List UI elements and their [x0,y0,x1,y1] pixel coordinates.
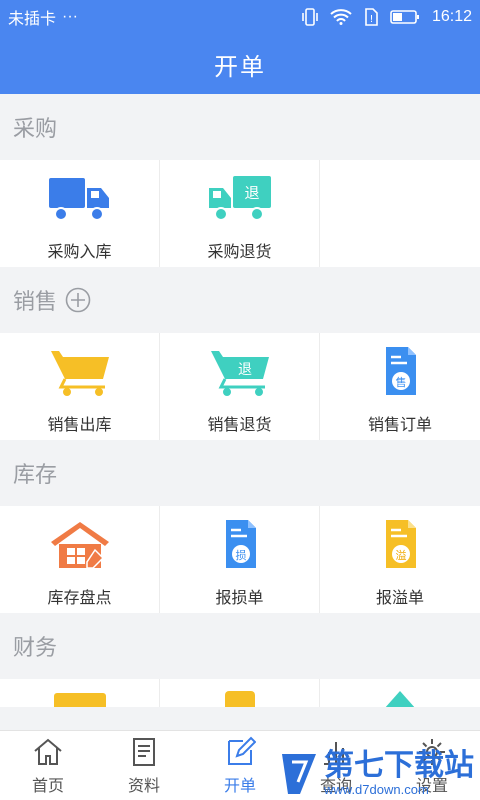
overflow-report-label: 报溢单 [375,590,424,607]
sales-order-button[interactable]: 售 销售订单 [320,333,480,440]
empty-cell [320,160,480,267]
sales-out-label: 销售出库 [47,417,112,434]
sales-doc-icon: 售 [386,347,416,395]
finance-up-icon [385,691,415,707]
section-sales-header: 销售 [0,267,480,333]
status-bar: 未插卡 ··· ! 16:12 [0,0,480,34]
sales-order-label: 销售订单 [367,417,432,434]
return-glyph: 退 [238,362,252,378]
purchase-return-button[interactable]: 退 采购退货 [160,160,320,267]
loss-report-button[interactable]: 损 报损单 [160,506,320,613]
add-circle-icon[interactable] [65,287,91,313]
return-truck-icon: 退 [208,176,271,221]
finance-doc-icon [224,691,255,707]
section-inventory-header: 库存 [0,440,480,506]
warehouse-icon [50,522,109,569]
status-time: 16:12 [431,8,472,25]
overflow-report-button[interactable]: 溢 报溢单 [320,506,480,613]
overflow-doc-icon: 溢 [386,520,416,568]
section-title: 财务 [13,635,58,660]
sale-glyph: 售 [396,375,407,389]
nav-home[interactable]: 首页 [0,731,96,800]
nav-billing[interactable]: 开单 [192,731,288,800]
shopping-cart-icon [50,351,109,396]
edit-icon [228,736,256,765]
finance-item-2[interactable] [160,679,320,707]
finance-item-1[interactable] [0,679,160,707]
stocktake-label: 库存盘点 [47,590,112,607]
stocktake-button[interactable]: 库存盘点 [0,506,160,613]
overflow-glyph: 溢 [396,548,407,562]
nav-home-label: 首页 [31,777,64,795]
wifi-icon [330,9,352,25]
carrier-text: 未插卡 [8,11,57,28]
sales-return-label: 销售退货 [207,417,272,434]
purchase-in-button[interactable]: 采购入库 [0,160,160,267]
document-icon [133,737,155,766]
return-cart-icon: 退 [210,351,269,396]
finance-card-icon [53,693,106,707]
sales-return-button[interactable]: 退 销售退货 [160,333,320,440]
watermark-main-text: 第七下载站 [324,749,474,782]
section-title: 销售 [13,289,58,314]
section-purchase-grid: 采购入库 退 采购退货 [0,160,480,267]
section-finance-grid [0,679,480,707]
section-title: 采购 [13,116,58,141]
watermark-logo-icon [282,753,316,794]
svg-text:!: ! [369,14,373,25]
watermark: 第七下载站 www.d7down.com [280,751,474,796]
sales-out-button[interactable]: 销售出库 [0,333,160,440]
loss-report-label: 报损单 [215,590,264,607]
purchase-return-label: 采购退货 [207,244,272,261]
nav-data[interactable]: 资料 [96,731,192,800]
return-glyph: 退 [244,184,259,202]
watermark-sub-text: www.d7down.com [324,782,429,797]
truck-icon [48,178,109,221]
sim-alert-icon: ! [365,8,378,26]
loss-glyph: 损 [235,548,246,562]
vibrate-icon [302,8,318,26]
status-more-text: ··· [62,8,78,25]
loss-doc-icon: 损 [225,520,256,568]
section-title: 库存 [13,462,58,487]
home-icon [34,738,62,765]
title-bar: 开单 [0,34,480,94]
purchase-in-label: 采购入库 [47,244,112,261]
battery-icon [390,10,419,24]
finance-item-3[interactable] [320,679,480,707]
nav-data-label: 资料 [127,777,160,795]
section-finance-header: 财务 [0,613,480,679]
section-sales-grid: 销售出库 退 销售退货 售 销售订单 [0,333,480,440]
main-content[interactable]: 采购 采购入库 退 采购退货 销售 销售出库 退 销售退货 售 销售订单 库存 … [0,94,480,730]
page-title: 开单 [214,53,266,81]
section-purchase-header: 采购 [0,94,480,160]
section-inventory-grid: 库存盘点 损 报损单 溢 报溢单 [0,506,480,613]
nav-billing-label: 开单 [223,777,256,795]
